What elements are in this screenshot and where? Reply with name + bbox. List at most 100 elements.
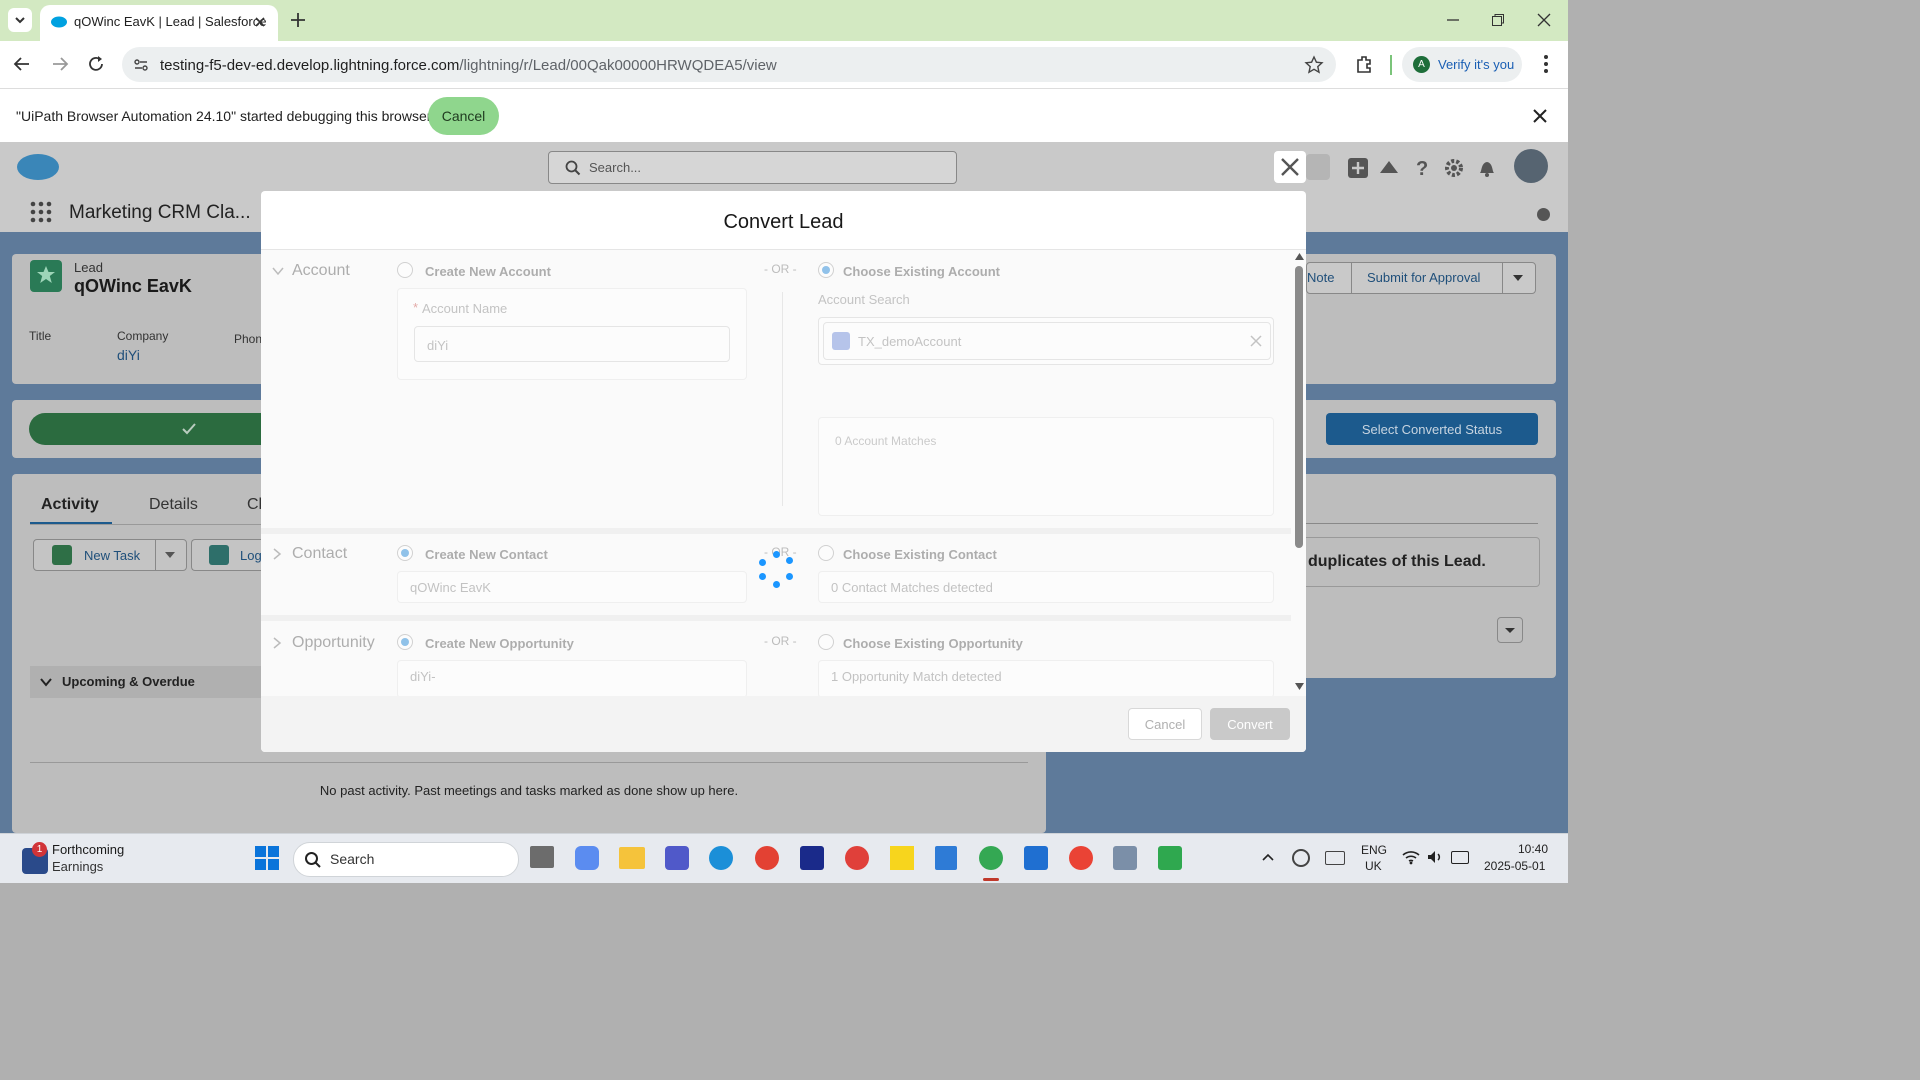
convert-button[interactable]: Convert [1210, 708, 1290, 740]
task-view-icon[interactable] [530, 846, 554, 868]
taskbar-search-box[interactable]: Search [293, 842, 519, 877]
weather-widget[interactable]: 1 Forthcoming Earnings [18, 842, 138, 876]
create-new-opportunity-label: Create New Opportunity [425, 636, 574, 651]
create-new-contact-radio[interactable] [397, 545, 413, 561]
file-explorer-icon[interactable] [619, 847, 645, 869]
show-hidden-icons-chevron-icon[interactable] [1262, 853, 1274, 861]
help-icon[interactable]: ? [1411, 157, 1433, 179]
modal-footer: Cancel Convert [261, 696, 1306, 752]
remove-selection-icon[interactable] [1250, 335, 1262, 347]
edge-icon[interactable] [709, 846, 733, 870]
note-button[interactable]: Note [1307, 270, 1334, 285]
submit-for-approval-button[interactable]: Submit for Approval [1367, 270, 1480, 285]
clock-date[interactable]: 2025-05-01 [1484, 859, 1545, 873]
new-task-dropdown-icon[interactable] [164, 550, 176, 560]
jetbrains-icon[interactable] [800, 846, 824, 870]
new-task-button[interactable]: New Task [33, 539, 187, 571]
browser-tab[interactable]: qOWinc EavK | Lead | Salesforce [40, 5, 278, 41]
search-icon [304, 851, 322, 869]
notification-badge: 1 [32, 842, 47, 857]
browser-menu-icon[interactable] [1538, 53, 1554, 75]
cancel-debugging-button[interactable]: Cancel [428, 97, 499, 135]
tab-list-chevron-icon[interactable] [8, 8, 32, 32]
contact-section-chevron-icon[interactable] [271, 547, 283, 561]
s-app-icon[interactable] [1024, 846, 1048, 870]
snipping-tool-icon[interactable] [1113, 846, 1137, 870]
duplicates-dropdown-icon[interactable] [1497, 617, 1523, 643]
choose-existing-opportunity-radio[interactable] [818, 634, 834, 650]
verify-profile-button[interactable]: A Verify it's you [1402, 47, 1522, 82]
more-actions-chevron-icon[interactable] [1511, 272, 1525, 284]
back-icon[interactable] [12, 54, 32, 74]
app-name: Marketing CRM Cla... [69, 202, 251, 223]
media-player-icon[interactable] [1158, 846, 1182, 870]
new-tab-icon[interactable] [288, 10, 308, 30]
tab-close-icon[interactable] [252, 14, 268, 30]
global-actions-icon[interactable] [1347, 157, 1369, 179]
setup-gear-icon[interactable] [1443, 157, 1465, 179]
favorites-dropdown-icon[interactable] [1306, 154, 1330, 180]
xmind-icon[interactable] [845, 846, 869, 870]
create-new-account-radio[interactable] [397, 262, 413, 278]
chrome-icon[interactable] [979, 846, 1003, 870]
path-stage-completed[interactable] [29, 413, 269, 445]
tab-activity[interactable]: Activity [41, 496, 99, 514]
global-search-input[interactable]: Search... [548, 151, 957, 184]
account-search-field[interactable]: TX_demoAccount [818, 317, 1274, 365]
scroll-down-arrow-icon[interactable] [1295, 683, 1304, 690]
choose-existing-contact-radio[interactable] [818, 545, 834, 561]
select-converted-status-button[interactable]: Select Converted Status [1326, 413, 1538, 445]
select-converted-status-label: Select Converted Status [1361, 422, 1503, 437]
upcoming-overdue-header[interactable]: Upcoming & Overdue [30, 666, 261, 698]
clock-time[interactable]: 10:40 [1518, 842, 1548, 856]
sticky-notes-icon[interactable] [890, 846, 914, 870]
language-indicator[interactable]: ENG [1361, 843, 1387, 857]
log-call-button[interactable]: Log [191, 539, 262, 571]
copilot-icon[interactable] [575, 846, 599, 870]
forward-icon[interactable] [50, 54, 70, 74]
region-indicator[interactable]: UK [1365, 859, 1382, 873]
field-title-label: Title [29, 329, 52, 343]
opportunity-section-chevron-icon[interactable] [271, 636, 283, 650]
cancel-button[interactable]: Cancel [1128, 708, 1202, 740]
volume-icon[interactable] [1426, 849, 1444, 865]
selected-account-pill[interactable]: TX_demoAccount [823, 322, 1271, 360]
site-info-icon[interactable] [132, 56, 150, 74]
notifications-bell-icon[interactable] [1476, 157, 1498, 179]
reload-icon[interactable] [86, 54, 106, 74]
restore-icon[interactable] [1490, 12, 1506, 28]
choose-existing-account-radio[interactable] [818, 262, 834, 278]
field-company-label: Company [117, 329, 169, 343]
wifi-icon[interactable] [1402, 849, 1420, 865]
user-avatar[interactable] [1514, 149, 1548, 183]
extensions-icon[interactable] [1354, 54, 1374, 74]
field-company-value[interactable]: diYi [117, 347, 140, 363]
sync-icon[interactable] [1292, 849, 1310, 867]
bookmark-star-icon[interactable] [1304, 55, 1324, 75]
keyboard-icon[interactable] [1325, 851, 1345, 865]
record-type-label: Lead [74, 260, 103, 275]
contact-section-label: Contact [292, 545, 348, 562]
widget-subtitle: Earnings [52, 859, 104, 874]
window-close-icon[interactable] [1536, 12, 1552, 28]
chrome-dev-icon[interactable] [755, 846, 779, 870]
tab-details[interactable]: Details [149, 496, 198, 514]
chrome-profile-icon[interactable] [1069, 846, 1093, 870]
teams-icon[interactable] [665, 846, 689, 870]
windows-start-icon[interactable] [255, 846, 279, 870]
trailhead-icon[interactable] [1378, 157, 1400, 179]
app-launcher-icon[interactable] [30, 201, 52, 223]
modal-close-button[interactable] [1274, 151, 1306, 183]
address-bar[interactable]: testing-f5-dev-ed.develop.lightning.forc… [122, 47, 1336, 82]
modal-scrollbar[interactable] [1292, 250, 1306, 696]
notepad-icon[interactable] [935, 846, 957, 870]
new-task-label: New Task [84, 548, 141, 563]
minimize-icon[interactable] [1445, 12, 1461, 28]
scroll-up-arrow-icon[interactable] [1295, 253, 1304, 260]
battery-icon[interactable] [1451, 851, 1469, 864]
create-new-opportunity-radio[interactable] [397, 634, 413, 650]
account-section-chevron-icon[interactable] [271, 265, 285, 277]
account-name-input[interactable]: diYi [414, 326, 730, 362]
infobar-close-icon[interactable] [1532, 108, 1548, 124]
scrollbar-thumb[interactable] [1295, 266, 1303, 548]
